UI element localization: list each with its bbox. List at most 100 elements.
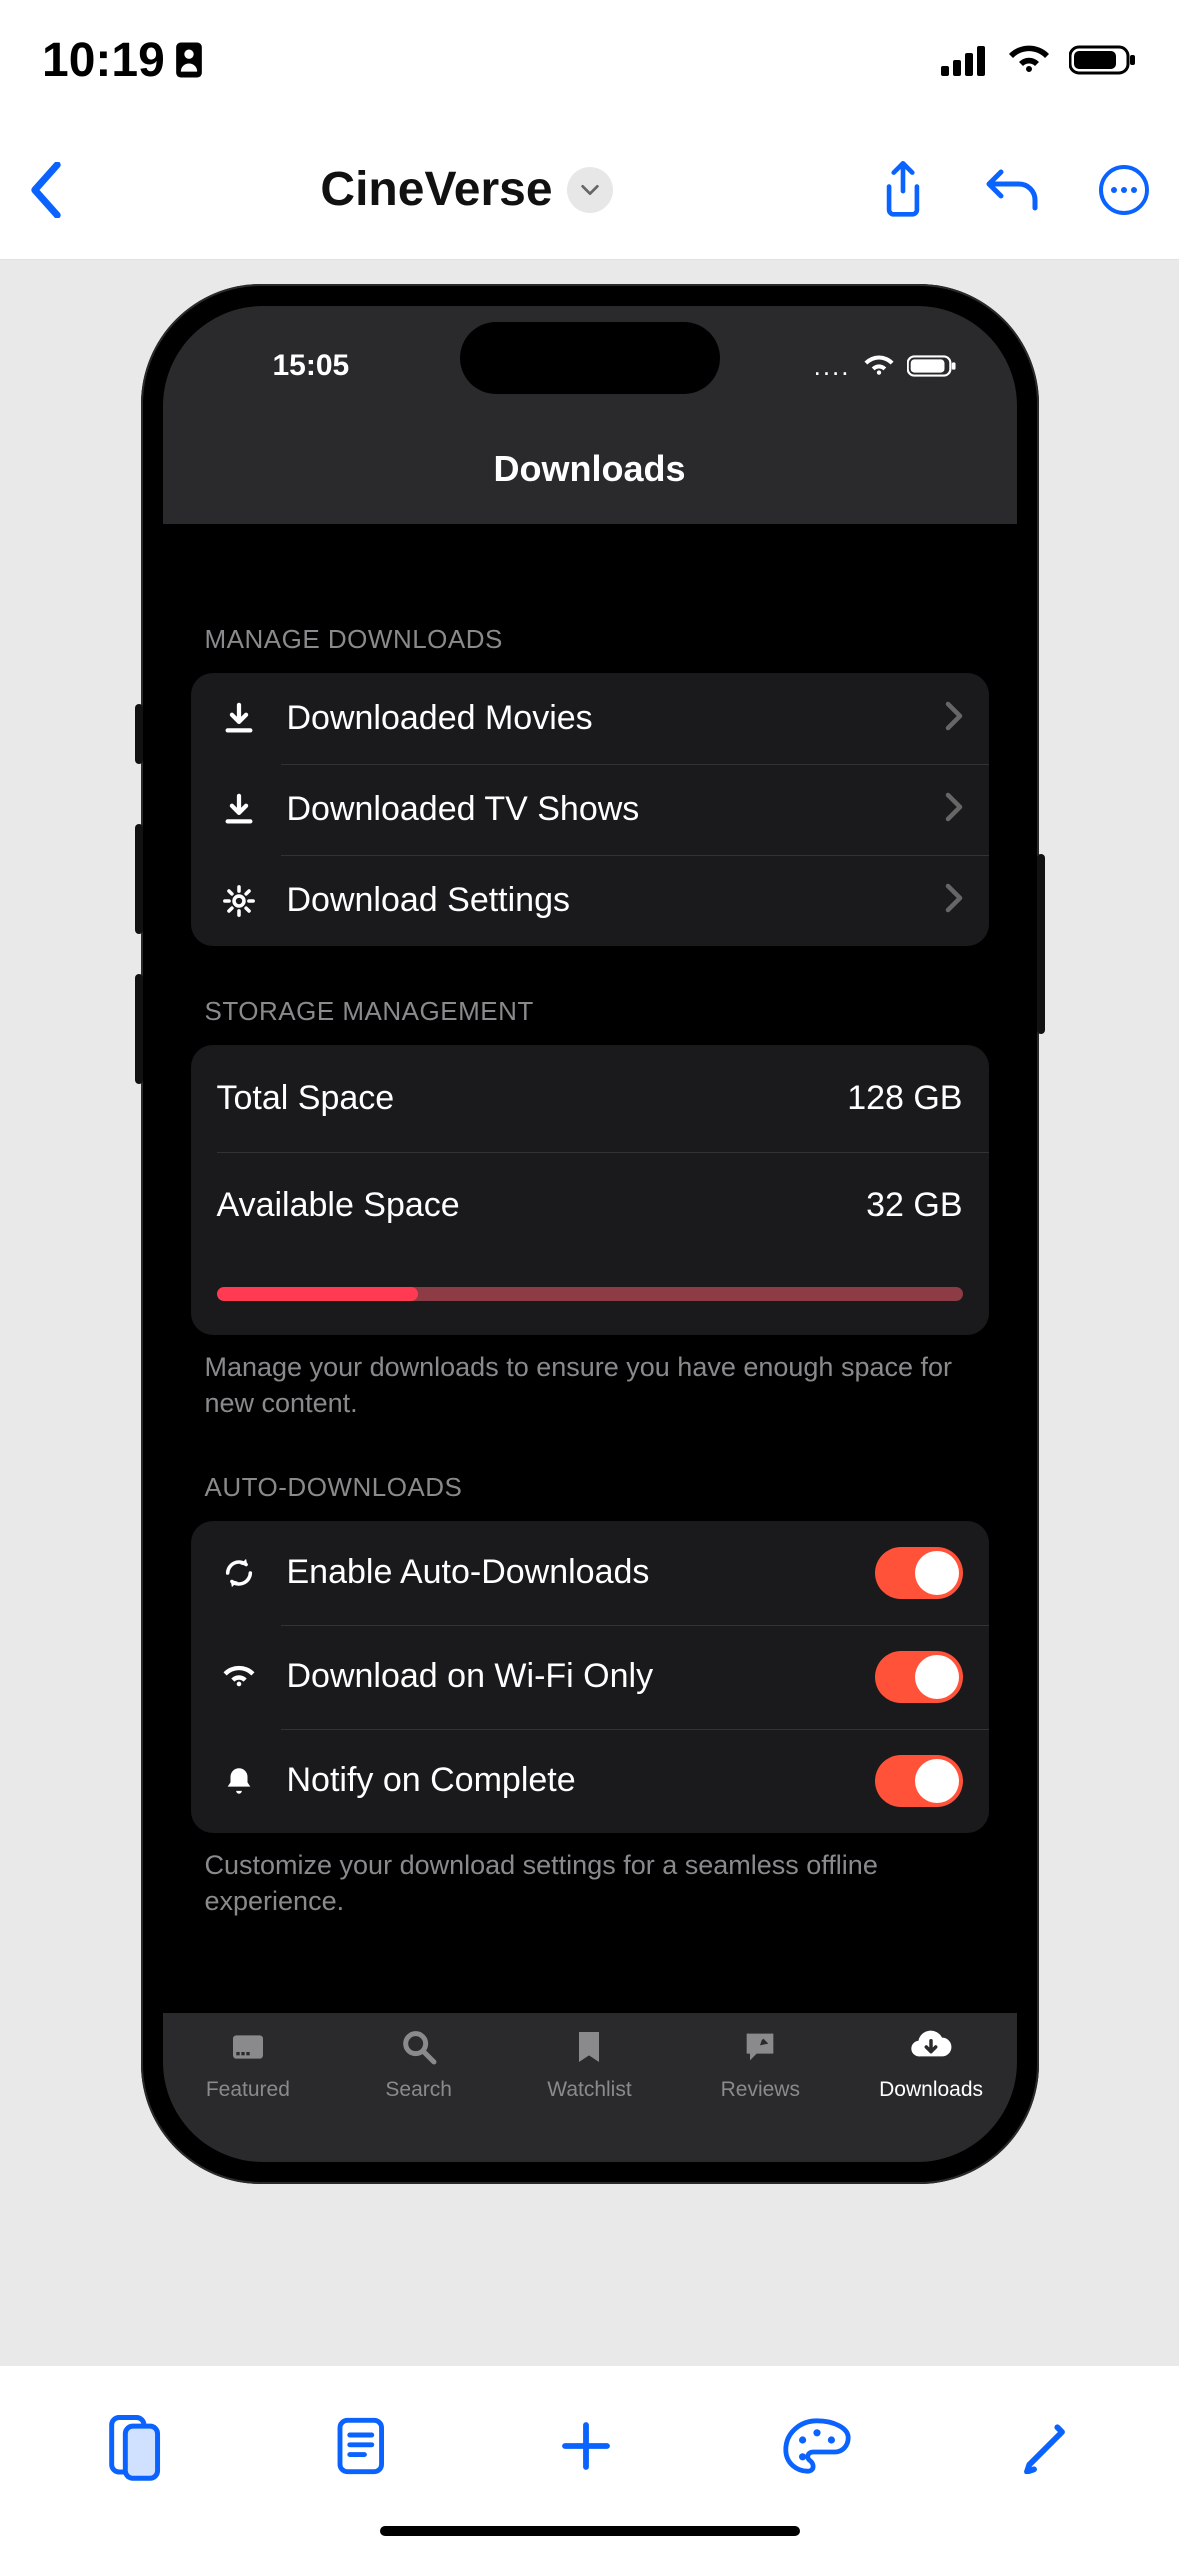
devices-button[interactable] (103, 2411, 165, 2481)
cloud-download-icon (909, 2027, 953, 2072)
card-manage: Downloaded Movies Downloaded TV Shows Do… (191, 673, 989, 946)
download-icon (217, 702, 261, 736)
tab-reviews[interactable]: Reviews (675, 2027, 846, 2102)
tab-search[interactable]: Search (333, 2027, 504, 2102)
refresh-icon (217, 1556, 261, 1590)
wifi-icon (1007, 44, 1051, 76)
home-indicator (380, 2526, 800, 2536)
section-header-storage: STORAGE MANAGEMENT (191, 996, 989, 1045)
canvas-area: 15:05 .... Downloads MANAGE DOWNLOADS (0, 260, 1179, 2366)
storage-progress-row (191, 1259, 989, 1335)
wifi-icon (863, 354, 895, 378)
row-total-space: Total Space 128 GB (191, 1045, 989, 1152)
row-label: Download Settings (287, 881, 919, 920)
palette-icon (781, 2415, 853, 2477)
cellular-dots-icon: .... (814, 351, 851, 382)
chevron-right-icon (945, 701, 963, 736)
film-icon (228, 2027, 268, 2072)
row-label: Enable Auto-Downloads (287, 1553, 849, 1592)
tab-label: Downloads (879, 2078, 983, 2102)
section-footer-storage: Manage your downloads to ensure you have… (191, 1335, 989, 1422)
ellipsis-circle-icon (1097, 163, 1151, 217)
outer-status-right (941, 44, 1137, 76)
bell-icon (217, 1764, 261, 1798)
bookmark-icon (569, 2027, 609, 2072)
section-header-manage: MANAGE DOWNLOADS (191, 624, 989, 673)
tab-watchlist[interactable]: Watchlist (504, 2027, 675, 2102)
tab-downloads[interactable]: Downloads (846, 2027, 1017, 2102)
outer-title: CineVerse (320, 162, 552, 217)
chevron-right-icon (945, 792, 963, 827)
outer-status-time: 10:19 (42, 33, 165, 88)
edit-button[interactable] (1020, 2418, 1076, 2474)
row-label: Downloaded Movies (287, 699, 919, 738)
download-icon (217, 793, 261, 827)
row-downloaded-tv[interactable]: Downloaded TV Shows (191, 764, 989, 855)
wifi-icon (217, 1663, 261, 1691)
tab-label: Watchlist (547, 2078, 631, 2102)
chevron-right-icon (945, 883, 963, 918)
share-button[interactable] (879, 161, 927, 219)
tab-label: Featured (206, 2078, 290, 2102)
battery-icon (907, 354, 957, 378)
phone-frame: 15:05 .... Downloads MANAGE DOWNLOADS (141, 284, 1039, 2184)
pencil-icon (1020, 2418, 1076, 2474)
inner-status-bar: 15:05 .... (163, 306, 1017, 426)
search-icon (399, 2027, 439, 2072)
notes-button[interactable] (332, 2413, 392, 2479)
storage-progress-fill (217, 1287, 418, 1301)
cellular-icon (941, 44, 989, 76)
outer-title-wrap[interactable]: CineVerse (64, 162, 869, 217)
tab-featured[interactable]: Featured (163, 2027, 334, 2102)
row-label: Downloaded TV Shows (287, 790, 919, 829)
row-label: Available Space (217, 1186, 841, 1225)
portrait-badge-icon (175, 41, 203, 79)
row-download-settings[interactable]: Download Settings (191, 855, 989, 946)
undo-arrow-icon (985, 166, 1039, 214)
outer-status-bar: 10:19 (0, 0, 1179, 120)
card-storage: Total Space 128 GB Available Space 32 GB (191, 1045, 989, 1335)
total-space-value: 128 GB (847, 1079, 962, 1118)
gear-icon (217, 884, 261, 918)
row-label: Total Space (217, 1079, 822, 1118)
devices-icon (103, 2411, 165, 2481)
toggle-wifi-only[interactable] (875, 1651, 963, 1703)
title-menu-button[interactable] (567, 167, 613, 213)
tab-label: Reviews (721, 2078, 800, 2102)
row-enable-auto: Enable Auto-Downloads (191, 1521, 989, 1625)
tab-label: Search (385, 2078, 452, 2102)
more-button[interactable] (1097, 163, 1151, 217)
notes-icon (332, 2413, 392, 2479)
undo-button[interactable] (985, 166, 1039, 214)
inner-status-time: 15:05 (273, 349, 350, 383)
phone-screen: 15:05 .... Downloads MANAGE DOWNLOADS (163, 306, 1017, 2162)
row-notify-complete: Notify on Complete (191, 1729, 989, 1833)
outer-status-time-wrap: 10:19 (42, 33, 203, 88)
add-button[interactable] (558, 2418, 614, 2474)
outer-nav-bar: CineVerse (0, 120, 1179, 260)
appearance-button[interactable] (781, 2415, 853, 2477)
plus-icon (558, 2418, 614, 2474)
row-available-space: Available Space 32 GB (191, 1152, 989, 1259)
row-downloaded-movies[interactable]: Downloaded Movies (191, 673, 989, 764)
back-button[interactable] (28, 162, 64, 218)
toggle-enable-auto[interactable] (875, 1547, 963, 1599)
available-space-value: 32 GB (866, 1186, 962, 1225)
inner-tab-bar: Featured Search Watchlist Reviews (163, 2013, 1017, 2162)
content-scroll[interactable]: MANAGE DOWNLOADS Downloaded Movies Downl… (163, 524, 1017, 2013)
section-header-auto: AUTO-DOWNLOADS (191, 1472, 989, 1521)
toggle-notify[interactable] (875, 1755, 963, 1807)
row-label: Download on Wi-Fi Only (287, 1657, 849, 1696)
row-label: Notify on Complete (287, 1761, 849, 1800)
card-auto: Enable Auto-Downloads Download on Wi-Fi … (191, 1521, 989, 1833)
chevron-left-icon (28, 162, 64, 218)
chevron-down-icon (579, 179, 601, 201)
section-footer-auto: Customize your download settings for a s… (191, 1833, 989, 1920)
app-header: 15:05 .... Downloads (163, 306, 1017, 524)
row-wifi-only: Download on Wi-Fi Only (191, 1625, 989, 1729)
review-icon (740, 2027, 780, 2072)
app-page-title: Downloads (163, 426, 1017, 524)
battery-icon (1069, 44, 1137, 76)
share-icon (879, 161, 927, 219)
storage-progress-track (217, 1287, 963, 1301)
